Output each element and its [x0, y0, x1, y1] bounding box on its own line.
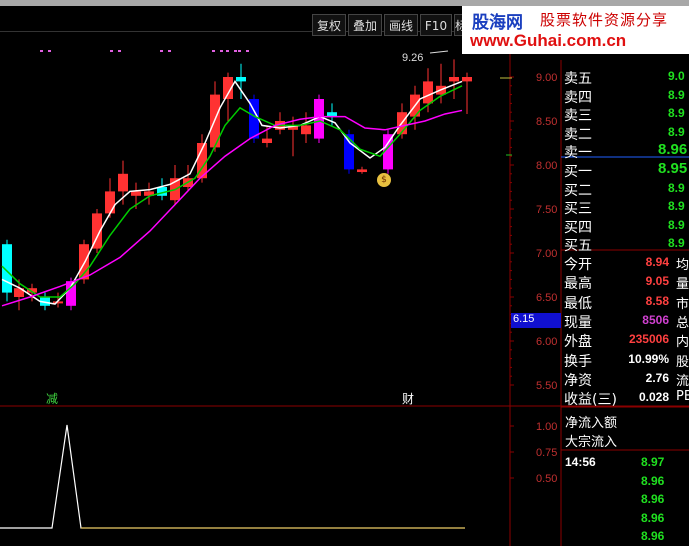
order-level-price: 8.95: [658, 160, 688, 177]
order-level-label: 买二: [564, 182, 592, 199]
stat-value: 9.05: [645, 274, 669, 289]
site-url: www.Guhai.com.cn: [470, 31, 627, 50]
order-level-price: 8.9: [668, 236, 685, 251]
candle-body: [118, 173, 128, 192]
order-level-label: 买五: [564, 238, 592, 255]
ind-y-tick-label: 0.50: [536, 473, 557, 485]
order-level-price: 8.9: [668, 87, 685, 102]
signal-dot: [40, 50, 43, 52]
stat-label: 收益(三): [564, 392, 617, 409]
candle-body: [236, 77, 246, 82]
order-level-price: 8.9: [668, 124, 685, 139]
tick-price: 8.96: [641, 473, 665, 488]
signal-dot: [168, 50, 171, 52]
tick-price: 8.97: [641, 455, 665, 469]
tick-price: 8.96: [641, 510, 665, 525]
order-level-price: 9.0: [668, 69, 685, 83]
stat-value: 8.94: [645, 255, 669, 269]
order-level-label: 买一: [564, 164, 592, 180]
stat-label: 换手: [564, 353, 592, 370]
order-level-price: 8.9: [668, 180, 685, 195]
candle-body: [105, 191, 115, 214]
stat-label: 现量: [564, 314, 592, 331]
stat-value: 2.76: [645, 370, 669, 385]
current-price-tag: 6.15: [511, 313, 561, 328]
stat-value: 8506: [642, 312, 669, 327]
site-name: 股海网: [472, 13, 523, 33]
signal-dot: [234, 50, 237, 52]
stat-label: 最高: [564, 276, 592, 293]
ind-y-tick-label: 0.75: [536, 447, 557, 459]
stat-right-label: 总: [676, 315, 689, 331]
signal-dot: [48, 50, 51, 52]
signal-dot: [118, 50, 121, 52]
y-tick-label: 8.50: [536, 116, 557, 128]
stat-right-label: 股: [676, 354, 689, 370]
signal-dot: [238, 50, 241, 52]
y-tick-label: 6.50: [536, 292, 557, 304]
net-inflow-label: 净流入额: [565, 416, 618, 431]
stat-label: 最低: [564, 295, 592, 312]
signal-dot: [110, 50, 113, 52]
stat-value: 10.99%: [628, 351, 669, 366]
signal-dot: [160, 50, 163, 52]
tick-time: 14:56: [565, 455, 596, 469]
stat-right-label: 量: [676, 277, 689, 293]
stat-right-label: 内: [676, 335, 689, 351]
stat-right-label: 市: [676, 296, 689, 312]
candle-body: [357, 169, 367, 173]
candle-body: [262, 138, 272, 143]
y-tick-label: 6.00: [536, 336, 557, 348]
ma5-line: [1, 79, 463, 305]
stat-value: 8.58: [645, 293, 669, 308]
tick-price: 8.96: [641, 492, 665, 506]
order-level-label: 卖一: [564, 145, 592, 162]
candle-body: [131, 191, 141, 196]
watermark-logo: 股海网 股票软件资源分享 www.Guhai.com.cn: [462, 6, 689, 54]
candle-body: [462, 77, 472, 82]
y-tick-label: 7.50: [536, 204, 557, 216]
order-level-label: 卖二: [564, 126, 592, 143]
marker-jian: 减: [46, 392, 59, 406]
order-level-label: 买四: [564, 219, 592, 236]
y-tick-label: 7.00: [536, 248, 557, 260]
order-level-label: 卖五: [564, 71, 592, 87]
signal-dot: [212, 50, 215, 52]
stat-right-label: PE: [676, 389, 689, 405]
indicator-line: [0, 424, 465, 529]
stat-right-label: 流: [676, 373, 689, 389]
order-level-price: 8.9: [668, 106, 685, 121]
y-tick-label: 5.50: [536, 380, 557, 392]
block-inflow-label: 大宗流入: [565, 435, 618, 450]
signal-dot: [246, 50, 249, 52]
stat-value: 235006: [628, 332, 669, 347]
stat-label: 净资: [564, 372, 592, 389]
order-level-label: 卖四: [564, 89, 592, 106]
tick-price: 8.96: [641, 529, 665, 543]
peak-price-label: 9.26: [402, 52, 424, 64]
signal-dot: [220, 50, 223, 52]
marker-cai: 财: [402, 392, 415, 406]
ma10-line: [1, 85, 463, 298]
candle-body: [423, 81, 433, 104]
money-bag-icon[interactable]: $: [377, 173, 391, 187]
candle-body: [301, 125, 311, 135]
order-level-label: 买三: [564, 201, 592, 218]
stat-label: 外盘: [564, 334, 592, 351]
peak-arrow: [429, 50, 449, 54]
candle-body: [449, 77, 459, 82]
y-tick-label: 8.00: [536, 160, 557, 172]
order-level-price: 8.96: [658, 141, 688, 159]
order-level-price: 8.9: [668, 217, 685, 232]
order-level-price: 8.9: [668, 199, 685, 214]
stat-label: 今开: [564, 257, 592, 273]
y-tick-label: 9.00: [536, 72, 557, 84]
ind-y-tick-label: 1.00: [536, 421, 557, 433]
signal-dot: [226, 50, 229, 52]
order-level-label: 卖三: [564, 108, 592, 125]
site-slogan: 股票软件资源分享: [540, 11, 669, 29]
stat-value: 0.028: [638, 390, 669, 405]
stat-right-label: 均: [676, 258, 689, 273]
